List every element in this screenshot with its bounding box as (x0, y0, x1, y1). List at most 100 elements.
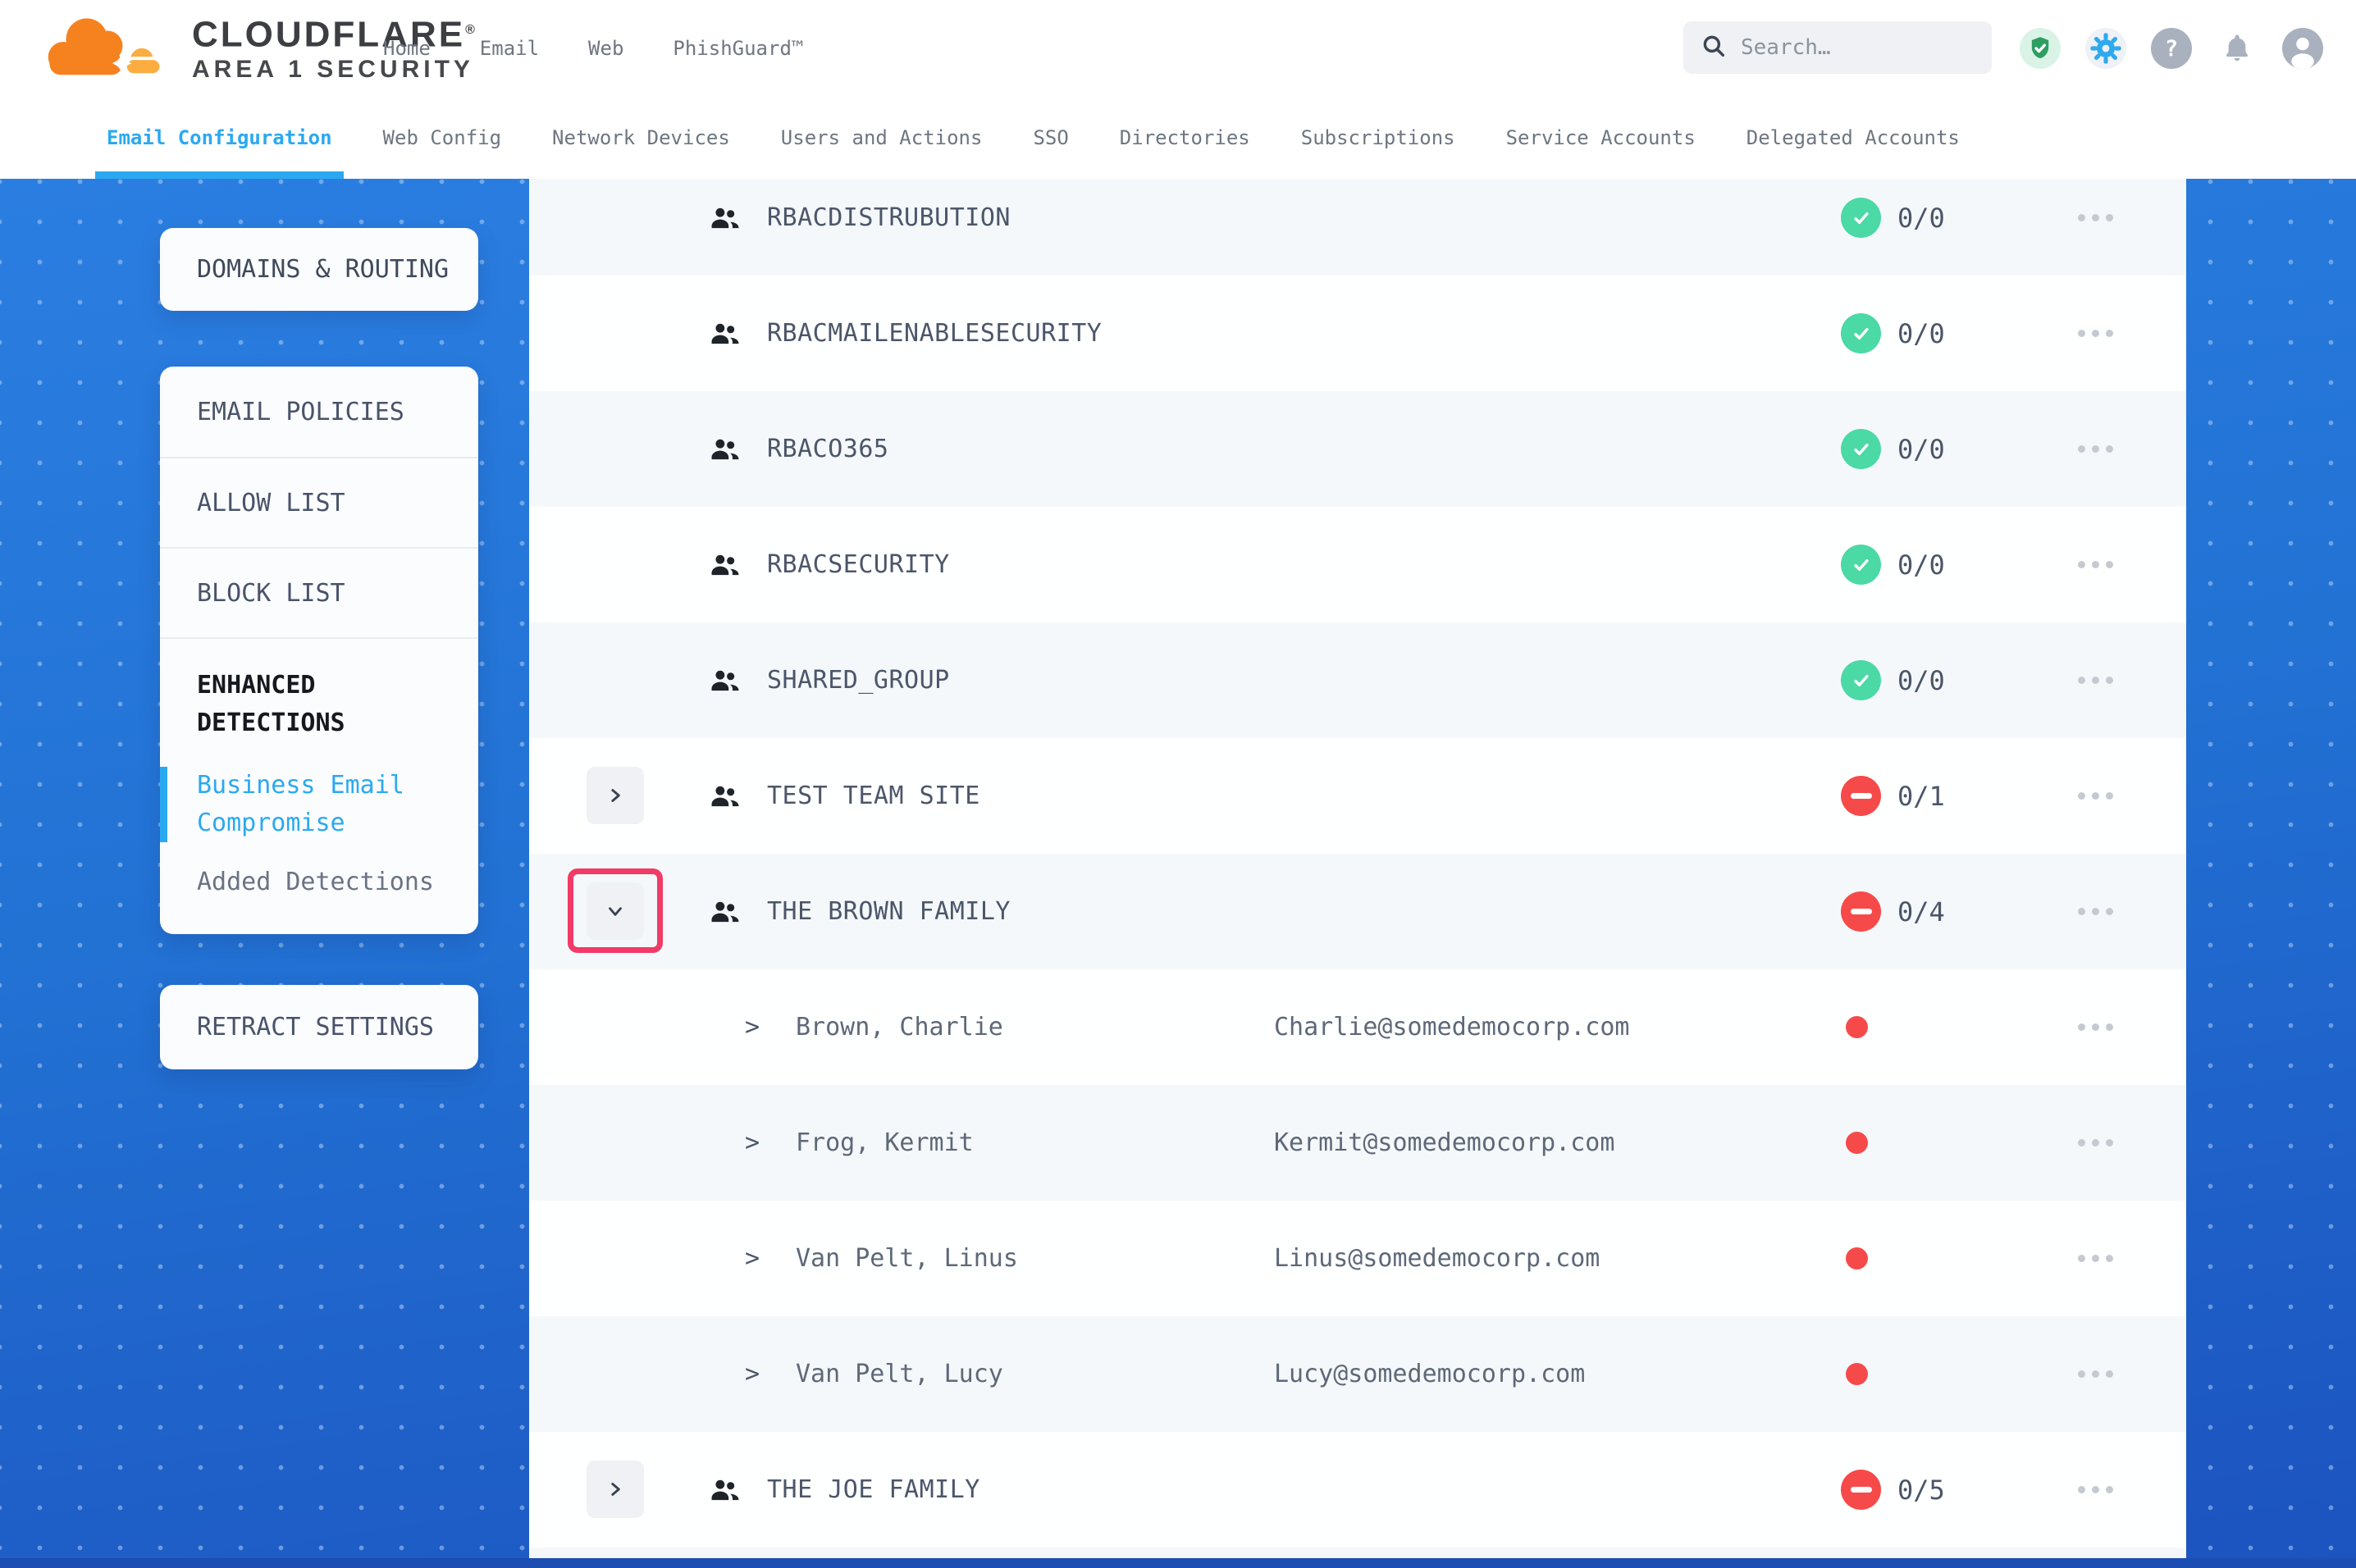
row-actions-menu[interactable] (2078, 1201, 2113, 1316)
member-email: Linus@somedemocorp.com (1274, 1201, 1600, 1316)
tab-subscriptions[interactable]: Subscriptions (1301, 97, 1455, 179)
group-name: TEST TEAM SITE (767, 738, 980, 854)
tab-email-configuration[interactable]: Email Configuration (107, 97, 332, 179)
member-email: Charlie@somedemocorp.com (1274, 969, 1629, 1085)
expand-row-button[interactable] (587, 767, 644, 824)
sidebar: DOMAINS & ROUTING EMAIL POLICIESALLOW LI… (160, 228, 478, 1069)
tab-web-config[interactable]: Web Config (383, 97, 502, 179)
tab-sso[interactable]: SSO (1033, 97, 1068, 179)
sidebar-item-domains-routing[interactable]: DOMAINS & ROUTING (160, 228, 478, 311)
table-row[interactable]: TEST TEAM SITE 0/1 (529, 738, 2186, 854)
status-blocked-badge (1841, 776, 1881, 816)
row-actions-menu[interactable] (2078, 1432, 2113, 1547)
group-name: RBACMAILENABLESECURITY (767, 276, 1102, 391)
status-ok-badge (1841, 545, 1881, 585)
status-blocked-dot (1846, 1247, 1868, 1269)
account-icon[interactable] (2282, 28, 2323, 69)
row-actions-menu[interactable] (2078, 391, 2113, 507)
status-blocked-dot (1846, 1363, 1868, 1385)
group-name: RBACO365 (767, 391, 889, 507)
row-actions-menu[interactable] (2078, 1316, 2113, 1432)
cloudflare-logo-icon (43, 8, 180, 87)
group-icon (708, 779, 742, 814)
status-blocked-badge (1841, 1470, 1881, 1510)
table-row[interactable]: THE JOE FAMILY0/5 (529, 1432, 2186, 1547)
member-count: 0/0 (1897, 276, 1945, 391)
member-email: Kermit@somedemocorp.com (1274, 1085, 1614, 1201)
group-icon (708, 317, 742, 351)
main-nav-item-email[interactable]: Email (480, 37, 539, 60)
row-actions-menu[interactable] (2078, 179, 2113, 276)
member-chevron-icon[interactable]: > (745, 1085, 760, 1201)
member-count: 0/0 (1897, 391, 1945, 507)
help-icon[interactable]: ? (2151, 28, 2192, 69)
search-box[interactable] (1683, 21, 1992, 74)
table-row[interactable]: > Frog, Kermit Kermit@somedemocorp.com (529, 1085, 2186, 1201)
member-chevron-icon[interactable]: > (745, 1201, 760, 1316)
sidebar-item-block-list[interactable]: BLOCK LIST (160, 547, 478, 637)
shield-check-icon[interactable] (2020, 28, 2061, 69)
app-header: CLOUDFLARE® AREA 1 SECURITY HomeEmailWeb… (0, 0, 2356, 97)
sidebar-item-business-email-compromise[interactable]: Business Email Compromise (160, 767, 478, 842)
notifications-bell-icon[interactable] (2217, 28, 2258, 69)
group-name: THE JOE FAMILY (767, 1432, 980, 1547)
member-chevron-icon[interactable]: > (745, 969, 760, 1085)
status-blocked-dot (1846, 1132, 1868, 1154)
main-nav-item-web[interactable]: Web (588, 37, 623, 60)
tab-directories[interactable]: Directories (1120, 97, 1250, 179)
table-row[interactable]: >Van Pelt, LinusLinus@somedemocorp.com (529, 1201, 2186, 1316)
config-tabbar: Email Configuration Web Config Network Dev… (0, 97, 2356, 179)
group-name: RBACDISTRUBUTION (767, 179, 1011, 276)
table-row[interactable]: RBACO365 0/0 (529, 391, 2186, 507)
status-ok-badge (1841, 198, 1881, 238)
main-nav: Home Email Web PhishGuard™ (383, 0, 803, 97)
row-actions-menu[interactable] (2078, 969, 2113, 1085)
table-row[interactable]: >Brown, CharlieCharlie@somedemocorp.com (529, 969, 2186, 1085)
tab-delegated-accounts[interactable]: Delegated Accounts (1746, 97, 1960, 179)
tab-service-accounts[interactable]: Service Accounts (1506, 97, 1696, 179)
row-actions-menu[interactable] (2078, 507, 2113, 622)
main-nav-item-home[interactable]: Home (383, 37, 431, 60)
status-blocked-badge (1841, 891, 1881, 932)
table-row[interactable]: RBACDISTRUBUTION0/0 (529, 179, 2186, 276)
row-actions-menu[interactable] (2078, 276, 2113, 391)
row-actions-menu[interactable] (2078, 1085, 2113, 1201)
member-count: 0/0 (1897, 507, 1945, 622)
status-ok-badge (1841, 429, 1881, 469)
row-actions-menu[interactable] (2078, 622, 2113, 738)
sidebar-item-email-policies[interactable]: EMAIL POLICIES (160, 367, 478, 457)
group-icon (708, 1473, 742, 1507)
table-row[interactable]: SHARED_GROUP0/0 (529, 622, 2186, 738)
group-icon (708, 548, 742, 582)
sidebar-item-retract-settings[interactable]: RETRACT SETTINGS (160, 985, 478, 1069)
member-chevron-icon[interactable]: > (745, 1316, 760, 1432)
collapse-row-button[interactable] (587, 882, 644, 940)
table-row[interactable]: >Van Pelt, LucyLucy@somedemocorp.com (529, 1316, 2186, 1432)
tab-network-devices[interactable]: Network Devices (552, 97, 730, 179)
bottom-edge-bar (0, 1558, 2356, 1568)
group-icon (708, 201, 742, 235)
search-input[interactable] (1741, 35, 1975, 60)
table-row[interactable]: RBACSECURITY0/0 (529, 507, 2186, 622)
status-blocked-dot (1846, 1016, 1868, 1038)
groups-table: RBACDISTRUBUTION0/0RBACMAILENABLESECURIT… (529, 179, 2186, 1568)
enhanced-detections-title: ENHANCED DETECTIONS (160, 639, 478, 742)
table-row[interactable]: RBACMAILENABLESECURITY 0/0 (529, 276, 2186, 391)
member-count: 0/1 (1897, 738, 1945, 854)
member-name: Frog, Kermit (796, 1085, 974, 1201)
member-count: 0/0 (1897, 622, 1945, 738)
expand-row-button[interactable] (587, 1461, 644, 1518)
sidebar-item-added-detections[interactable]: Added Detections (160, 864, 478, 901)
main-nav-item-phishguard[interactable]: PhishGuard™ (673, 37, 803, 60)
enhanced-detections-section: ENHANCED DETECTIONS Business Email Compr… (160, 637, 478, 901)
sidebar-item-allow-list[interactable]: ALLOW LIST (160, 457, 478, 547)
member-email: Lucy@somedemocorp.com (1274, 1316, 1585, 1432)
groups-table-panel: RBACDISTRUBUTION0/0RBACMAILENABLESECURIT… (529, 179, 2186, 1568)
tab-users-and-actions[interactable]: Users and Actions (781, 97, 983, 179)
row-actions-menu[interactable] (2078, 738, 2113, 854)
row-actions-menu[interactable] (2078, 854, 2113, 969)
header-icon-cluster: ? (2020, 28, 2323, 69)
search-icon (1700, 32, 1728, 63)
table-row[interactable]: THE BROWN FAMILY0/4 (529, 854, 2186, 969)
settings-gear-icon[interactable] (2085, 28, 2126, 69)
